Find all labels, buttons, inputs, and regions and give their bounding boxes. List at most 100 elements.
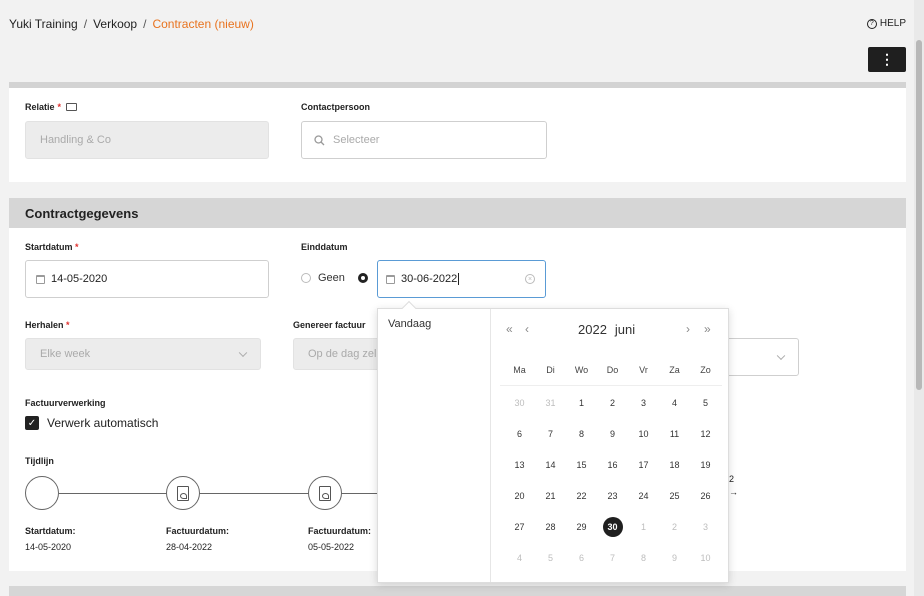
breadcrumb-item-verkoop[interactable]: Verkoop <box>93 17 137 31</box>
weekday-header: Ma Di Wo Do Vr Za Zo <box>504 365 721 375</box>
calendar-day[interactable]: 27 <box>504 512 535 543</box>
breadcrumb-separator: / <box>143 17 147 31</box>
timeline-item-title: Factuurdatum: <box>166 526 229 536</box>
calendar-day[interactable]: 2 <box>659 512 690 543</box>
relatie-value: Handling & Co <box>40 134 111 146</box>
calendar-icon <box>386 274 395 284</box>
check-icon[interactable]: ✓ <box>25 416 39 430</box>
calendar-day[interactable]: 9 <box>659 543 690 574</box>
calendar-day[interactable]: 2 <box>597 388 628 419</box>
calendar-day[interactable]: 7 <box>535 419 566 450</box>
scrollbar-thumb[interactable] <box>916 40 922 390</box>
calendar-day[interactable]: 18 <box>659 450 690 481</box>
relatie-label-row: Relatie * <box>25 102 78 112</box>
herhalen-value: Elke week <box>40 348 91 360</box>
calendar-day[interactable]: 26 <box>690 481 721 512</box>
calendar-week-row: 13 14 15 16 17 18 19 <box>504 450 721 481</box>
calendar-day[interactable]: 25 <box>659 481 690 512</box>
calendar-week-row: 20 21 22 23 24 25 26 <box>504 481 721 512</box>
geen-radio-option[interactable]: Geen <box>301 272 368 284</box>
calendar-day[interactable]: 1 <box>566 388 597 419</box>
more-actions-button[interactable]: ⋮ <box>868 47 906 72</box>
required-mark: * <box>75 242 79 252</box>
calendar-day[interactable]: 10 <box>690 543 721 574</box>
radio-geen[interactable] <box>301 273 311 283</box>
breadcrumb-separator: / <box>83 17 88 31</box>
calendar-day-selected[interactable]: 30 <box>597 512 628 543</box>
weekday-label: Za <box>669 365 680 375</box>
calendar-day[interactable]: 23 <box>597 481 628 512</box>
calendar-week-row: 4 5 6 7 8 9 10 <box>504 543 721 574</box>
genereer-value: Op de dag zel <box>308 348 377 360</box>
relatie-input: Handling & Co <box>25 121 269 159</box>
calendar-day[interactable]: 15 <box>566 450 597 481</box>
einddatum-input[interactable]: 30-06-2022 × <box>377 260 546 298</box>
next-year-button[interactable]: » <box>704 322 711 336</box>
contactpersoon-placeholder: Selecteer <box>333 134 380 146</box>
weekday-divider <box>500 385 722 386</box>
calendar-day[interactable]: 19 <box>690 450 721 481</box>
calendar-day[interactable]: 17 <box>628 450 659 481</box>
relatie-label: Relatie <box>25 102 55 112</box>
calendar-day[interactable]: 31 <box>535 388 566 419</box>
calendar-day[interactable]: 10 <box>628 419 659 450</box>
calendar-day[interactable]: 4 <box>504 543 535 574</box>
breadcrumb-item-yuki-training[interactable]: Yuki Training <box>9 17 78 31</box>
next-month-button[interactable]: › <box>686 322 690 336</box>
pdf-icon <box>319 485 331 501</box>
calendar-month[interactable]: juni <box>615 322 635 337</box>
verwerk-label: Verwerk automatisch <box>47 416 159 430</box>
clear-icon[interactable]: × <box>525 274 535 284</box>
verwerk-automatisch-checkbox-row[interactable]: ✓ Verwerk automatisch <box>25 416 158 430</box>
calendar-day[interactable]: 6 <box>566 543 597 574</box>
calendar-day[interactable]: 3 <box>628 388 659 419</box>
calendar-day[interactable]: 8 <box>628 543 659 574</box>
calendar-day[interactable]: 1 <box>628 512 659 543</box>
calendar-day[interactable]: 5 <box>535 543 566 574</box>
calendar-day[interactable]: 4 <box>659 388 690 419</box>
calendar-day[interactable]: 24 <box>628 481 659 512</box>
calendar-day[interactable]: 3 <box>690 512 721 543</box>
required-mark: * <box>57 102 62 112</box>
startdatum-input[interactable]: 14-05-2020 <box>25 260 269 298</box>
prev-month-button[interactable]: ‹ <box>525 322 529 336</box>
calendar-day[interactable]: 28 <box>535 512 566 543</box>
timeline-invoice-node[interactable] <box>308 476 342 510</box>
calendar-day[interactable]: 12 <box>690 419 721 450</box>
calendar-week-row: 27 28 29 30 1 2 3 <box>504 512 721 543</box>
timeline-invoice-node[interactable] <box>166 476 200 510</box>
startdatum-label-row: Startdatum * <box>25 242 79 252</box>
tijdlijn-label: Tijdlijn <box>25 456 54 466</box>
today-button[interactable]: Vandaag <box>388 318 431 330</box>
required-mark: * <box>66 320 70 330</box>
calendar-day[interactable]: 14 <box>535 450 566 481</box>
calendar-day[interactable]: 7 <box>597 543 628 574</box>
calendar-year[interactable]: 2022 <box>578 322 607 337</box>
calendar-day[interactable]: 8 <box>566 419 597 450</box>
calendar-day[interactable]: 9 <box>597 419 628 450</box>
calendar-day[interactable]: 29 <box>566 512 597 543</box>
calendar-day[interactable]: 16 <box>597 450 628 481</box>
weekday-label: Wo <box>574 365 589 375</box>
calendar-day[interactable]: 13 <box>504 450 535 481</box>
top-bar <box>0 0 924 82</box>
calendar-day[interactable]: 20 <box>504 481 535 512</box>
calendar-icon <box>36 274 45 284</box>
contactpersoon-input[interactable]: Selecteer <box>301 121 547 159</box>
chevron-down-icon <box>238 348 248 358</box>
help-link[interactable]: ? HELP <box>866 18 906 29</box>
radio-einddatum[interactable] <box>357 273 368 283</box>
herhalen-label: Herhalen <box>25 320 64 330</box>
startdatum-value: 14-05-2020 <box>51 273 108 285</box>
calendar-day[interactable]: 11 <box>659 419 690 450</box>
calendar-day[interactable]: 22 <box>566 481 597 512</box>
calendar-day[interactable]: 30 <box>504 388 535 419</box>
prev-year-button[interactable]: « <box>506 322 513 336</box>
calendar-day[interactable]: 6 <box>504 419 535 450</box>
calendar-day[interactable]: 21 <box>535 481 566 512</box>
calendar-grid: 30 31 1 2 3 4 5 6 7 8 9 10 11 12 13 14 15 16 17 18 19 20 21 22 2… <box>504 388 721 574</box>
timeline-item-title: Startdatum: <box>25 526 76 536</box>
timeline-item-date: 14-05-2020 <box>25 542 72 552</box>
calendar-title: 2022 juni <box>578 322 635 337</box>
calendar-day[interactable]: 5 <box>690 388 721 419</box>
